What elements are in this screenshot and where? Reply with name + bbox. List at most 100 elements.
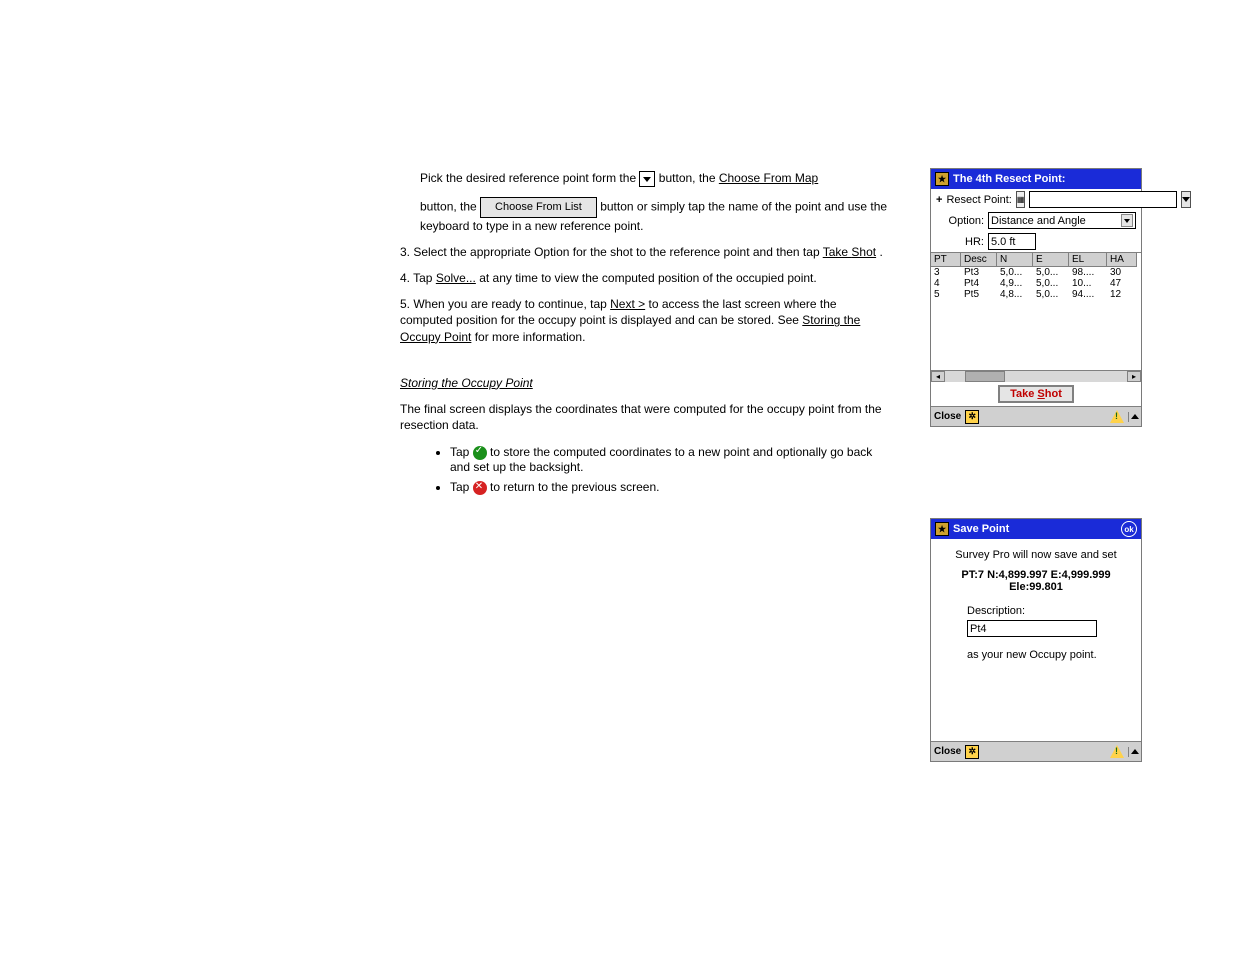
col-n: N <box>997 253 1033 267</box>
col-el: EL <box>1069 253 1107 267</box>
doc-text: Tap <box>450 480 473 494</box>
table-row[interactable]: 3Pt35,0...5,0...98....30 <box>931 267 1141 278</box>
grid-header: PT Desc N E EL HA <box>931 253 1141 267</box>
app-icon: ★ <box>935 172 949 186</box>
cell-ha: 12 <box>1107 289 1137 300</box>
take-shot-button[interactable]: Take Shot <box>998 385 1074 403</box>
hr-label: HR: <box>936 236 984 248</box>
save-message: Survey Pro will now save and set <box>939 549 1133 561</box>
cell-e: 5,0... <box>1033 278 1069 289</box>
scroll-right-icon[interactable]: ▸ <box>1127 371 1141 382</box>
doc-text: for more information. <box>475 330 586 344</box>
doc-text: 4. Tap <box>400 271 436 285</box>
chevron-down-icon <box>639 171 655 187</box>
cell-el: 98.... <box>1069 267 1107 278</box>
cell-n: 4,8... <box>997 289 1033 300</box>
ok-icon <box>473 446 487 460</box>
hr-row: HR: <box>931 231 1141 252</box>
save-coords: PT:7 N:4,899.997 E:4,999.999 Ele:99.801 <box>939 569 1133 593</box>
ok-button[interactable]: ok <box>1121 521 1137 537</box>
doc-text: to store the computed coordinates to a n… <box>450 445 872 474</box>
close-bar: Close ✲ <box>931 741 1141 761</box>
hr-input[interactable] <box>988 233 1036 250</box>
doc-text: Pick the desired reference point form th… <box>420 171 639 185</box>
doc-text: Shot <box>851 245 876 259</box>
close-icon[interactable]: ✲ <box>965 745 979 759</box>
doc-step3: 3. Select the appropriate Option for the… <box>400 244 890 260</box>
resect-point-row: + Resect Point: ▦ <box>931 189 1141 210</box>
doc-link-solve: Solve... <box>436 271 476 285</box>
client-area: Survey Pro will now save and set PT:7 N:… <box>931 539 1141 741</box>
resect-point-dropdown[interactable] <box>1181 191 1191 208</box>
doc-text: Tap <box>450 445 473 459</box>
cell-ha: 47 <box>1107 278 1137 289</box>
close-label[interactable]: Close <box>934 746 961 757</box>
take-shot-text: Take <box>1010 388 1037 400</box>
option-value: Distance and Angle <box>991 215 1086 227</box>
doc-text: at any time to view the computed positio… <box>479 271 817 285</box>
doc-text: button, the <box>659 171 719 185</box>
table-row[interactable]: 5Pt54,8...5,0...94....12 <box>931 289 1141 300</box>
cell-desc: Pt3 <box>961 267 997 278</box>
col-e: E <box>1033 253 1069 267</box>
doc-step5: 5. When you are ready to continue, tap N… <box>400 296 890 345</box>
take-shot-accel: S <box>1037 388 1044 400</box>
cell-n: 4,9... <box>997 278 1033 289</box>
cell-e: 5,0... <box>1033 267 1069 278</box>
option-row: Option: Distance and Angle <box>931 210 1141 231</box>
titlebar: ★ The 4th Resect Point: <box>931 169 1141 189</box>
map-pick-button[interactable]: ▦ <box>1016 191 1026 208</box>
doc-link-choose-map: Choose From Map <box>719 171 818 185</box>
doc-paragraph: button, the Choose From List button or s… <box>420 197 890 234</box>
resect-point-input[interactable] <box>1029 191 1177 208</box>
instruction-text: Pick the desired reference point form th… <box>130 170 890 507</box>
option-combo[interactable]: Distance and Angle <box>988 212 1136 229</box>
grid-body: 3Pt35,0...5,0...98....304Pt44,9...5,0...… <box>931 267 1141 300</box>
window-title: Save Point <box>953 523 1117 535</box>
col-desc: Desc <box>961 253 997 267</box>
save-point-window: ★ Save Point ok Survey Pro will now save… <box>930 518 1142 762</box>
close-icon[interactable]: ✲ <box>965 410 979 424</box>
cell-pt: 3 <box>931 267 961 278</box>
scroll-track[interactable] <box>1005 371 1127 382</box>
warning-icon[interactable] <box>1110 410 1124 423</box>
chevron-down-icon <box>1121 214 1133 227</box>
coords-line1: PT:7 N:4,899.997 E:4,999.999 <box>961 569 1110 581</box>
cell-pt: 4 <box>931 278 961 289</box>
plus-icon[interactable]: + <box>936 194 942 206</box>
doc-paragraph: The final screen displays the coordinate… <box>400 401 890 433</box>
table-row[interactable]: 4Pt44,9...5,0...10...47 <box>931 278 1141 289</box>
scroll-thumb[interactable] <box>965 371 1005 382</box>
scroll-left-icon[interactable]: ◂ <box>931 371 945 382</box>
cell-e: 5,0... <box>1033 289 1069 300</box>
sip-up-icon[interactable] <box>1128 412 1138 422</box>
resect-point-window: ★ The 4th Resect Point: + Resect Point: … <box>930 168 1142 427</box>
description-input[interactable] <box>967 620 1097 637</box>
description-label: Description: <box>967 605 1133 617</box>
coords-line2: Ele:99.801 <box>1009 581 1063 593</box>
doc-heading-store: Storing the Occupy Point <box>400 375 890 391</box>
button-row: Take Shot <box>931 382 1141 406</box>
doc-inline-button-list: Choose From List <box>480 197 597 218</box>
cell-el: 94.... <box>1069 289 1107 300</box>
horizontal-scrollbar[interactable]: ◂ ▸ <box>931 370 1141 382</box>
cell-el: 10... <box>1069 278 1107 289</box>
window-title: The 4th Resect Point: <box>953 173 1137 185</box>
doc-step4: 4. Tap Solve... at any time to view the … <box>400 270 890 286</box>
cell-desc: Pt4 <box>961 278 997 289</box>
warning-icon[interactable] <box>1110 745 1124 758</box>
resect-point-label: Resect Point: <box>946 194 1011 206</box>
take-shot-text: hot <box>1045 388 1062 400</box>
as-new-occupy-text: as your new Occupy point. <box>967 649 1133 661</box>
cell-pt: 5 <box>931 289 961 300</box>
close-label[interactable]: Close <box>934 411 961 422</box>
sip-up-icon[interactable] <box>1128 747 1138 757</box>
option-label: Option: <box>936 215 984 227</box>
doc-link-next: Next > <box>610 297 645 311</box>
app-icon: ★ <box>935 522 949 536</box>
doc-paragraph: Pick the desired reference point form th… <box>420 170 890 187</box>
points-grid: PT Desc N E EL HA 3Pt35,0...5,0...98....… <box>931 252 1141 382</box>
doc-bullet-cancel: Tap to return to the previous screen. <box>450 480 890 495</box>
col-pt: PT <box>931 253 961 267</box>
doc-text: to return to the previous screen. <box>490 480 659 494</box>
